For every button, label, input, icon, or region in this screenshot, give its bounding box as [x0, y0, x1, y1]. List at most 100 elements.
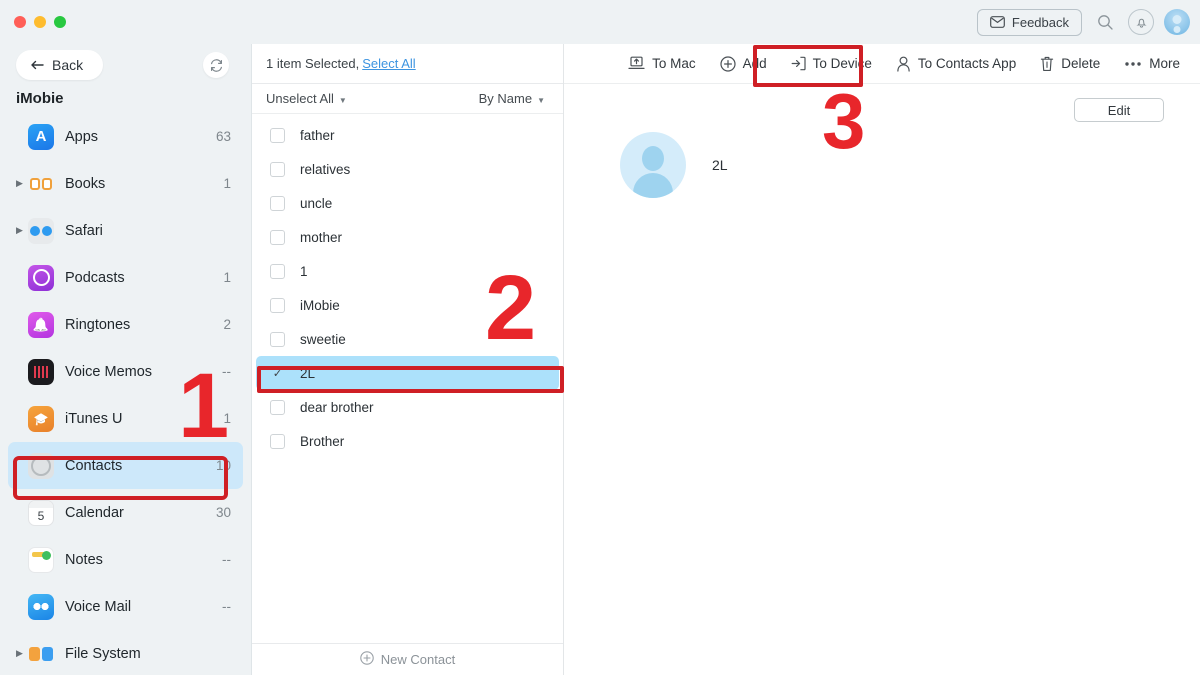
to-contacts-app-label: To Contacts App [917, 56, 1017, 71]
list-item[interactable]: 1 [256, 254, 559, 288]
row-checkbox[interactable] [270, 433, 285, 449]
row-checkbox[interactable] [270, 297, 285, 313]
device-name: iMobie [16, 90, 64, 107]
more-button[interactable]: More [1124, 56, 1180, 71]
sidebar-item-ringtones[interactable]: Ringtones 2 [8, 301, 243, 348]
edit-row: Edit [564, 84, 1200, 122]
edit-label: Edit [1107, 102, 1131, 118]
delete-button[interactable]: Delete [1040, 56, 1100, 72]
refresh-icon[interactable] [203, 52, 229, 78]
sidebar-item-books[interactable]: ▶ Books 1 [8, 160, 243, 207]
sidebar-item-calendar[interactable]: 5 Calendar 30 [8, 489, 243, 536]
sidebar-item-count: 10 [215, 458, 231, 473]
row-checkbox[interactable] [270, 399, 285, 415]
contact-detail-card: 2L [564, 122, 1200, 198]
sidebar-item-apps[interactable]: Apps 63 [8, 113, 243, 160]
list-item[interactable]: sweetie [256, 322, 559, 356]
row-checkbox-checked[interactable]: ✓ [270, 366, 285, 381]
sidebar-item-label: iTunes U [65, 410, 123, 427]
sidebar-item-label: Apps [65, 128, 99, 145]
sidebar-item-label: File System [65, 645, 141, 662]
chevron-right-icon[interactable]: ▶ [16, 226, 28, 235]
contact-name: sweetie [300, 331, 346, 347]
sidebar-item-label: Contacts [65, 457, 123, 474]
close-window-button[interactable] [14, 16, 26, 28]
chevron-right-icon[interactable]: ▶ [16, 649, 28, 658]
row-checkbox[interactable] [270, 195, 285, 211]
row-checkbox[interactable] [270, 161, 285, 177]
sidebar-item-voice-mail[interactable]: Voice Mail -- [8, 583, 243, 630]
feedback-label: Feedback [1011, 14, 1069, 30]
feedback-button[interactable]: Feedback [976, 8, 1082, 36]
sidebar-item-count: 1 [223, 270, 231, 285]
voice-memos-icon [28, 358, 54, 385]
sidebar-item-voice-memos[interactable]: Voice Memos -- [8, 348, 243, 395]
chevron-right-icon[interactable]: ▶ [16, 179, 28, 188]
list-item[interactable]: iMobie [256, 288, 559, 322]
sort-dropdown[interactable]: By Name ▼ [479, 91, 545, 106]
new-contact-label: New Contact [380, 652, 456, 667]
contact-list-panel: 1 item Selected, Select All Unselect All… [252, 44, 564, 675]
select-all-link[interactable]: Select All [362, 56, 415, 71]
more-label: More [1149, 56, 1180, 71]
minimize-window-button[interactable] [34, 16, 46, 28]
add-label: Add [742, 56, 767, 71]
sidebar-item-contacts[interactable]: Contacts 10 [8, 442, 243, 489]
unselect-all-dropdown[interactable]: Unselect All ▼ [266, 91, 347, 106]
action-toolbar: To Mac Add To Device To Contacts App Del… [564, 44, 1200, 84]
sidebar-item-label: Notes [65, 551, 103, 568]
list-item[interactable]: uncle [256, 186, 559, 220]
sidebar-item-safari[interactable]: ▶ Safari [8, 207, 243, 254]
sidebar-item-count: -- [222, 364, 231, 379]
sidebar-item-notes[interactable]: Notes -- [8, 536, 243, 583]
sidebar-nav: Apps 63 ▶ Books 1 ▶ Safari [0, 113, 251, 675]
arrow-left-icon [30, 57, 44, 73]
row-checkbox[interactable] [270, 331, 285, 347]
add-button[interactable]: Add [719, 55, 767, 72]
person-icon [896, 56, 911, 72]
to-device-label: To Device [812, 56, 872, 71]
sidebar-item-count: 1 [223, 176, 231, 191]
detail-panel: To Mac Add To Device To Contacts App Del… [564, 44, 1200, 675]
contact-avatar [620, 132, 686, 198]
row-checkbox[interactable] [270, 263, 285, 279]
to-mac-button[interactable]: To Mac [628, 56, 696, 71]
list-item[interactable]: mother [256, 220, 559, 254]
safari-icon [28, 217, 54, 244]
voice-mail-icon [28, 593, 54, 620]
new-contact-button[interactable]: New Contact [252, 643, 563, 675]
list-item[interactable]: dear brother [256, 390, 559, 424]
maximize-window-button[interactable] [54, 16, 66, 28]
sidebar-item-itunes-u[interactable]: iTunes U 1 [8, 395, 243, 442]
plus-circle-icon [360, 651, 374, 668]
ringtones-icon [28, 311, 54, 338]
list-item-selected[interactable]: ✓ 2L [256, 356, 559, 390]
user-avatar[interactable] [1164, 9, 1190, 35]
calendar-icon-header [29, 500, 53, 508]
edit-button[interactable]: Edit [1074, 98, 1164, 122]
row-checkbox[interactable] [270, 229, 285, 245]
window-traffic-lights [0, 16, 66, 28]
selection-count-label: 1 item Selected, [266, 56, 360, 71]
search-icon[interactable] [1092, 9, 1118, 35]
sidebar-item-count: -- [222, 552, 231, 567]
to-mac-label: To Mac [652, 56, 696, 71]
row-checkbox[interactable] [270, 127, 285, 143]
to-device-button[interactable]: To Device [791, 56, 872, 71]
sidebar-item-file-system[interactable]: ▶ File System [8, 630, 243, 675]
to-contacts-app-button[interactable]: To Contacts App [896, 56, 1016, 72]
list-item[interactable]: Brother [256, 424, 559, 458]
sidebar-item-podcasts[interactable]: Podcasts 1 [8, 254, 243, 301]
contact-name: Brother [300, 433, 345, 449]
unselect-all-label: Unselect All [266, 91, 334, 106]
envelope-icon [990, 16, 1005, 28]
contact-name: uncle [300, 195, 333, 211]
bell-icon[interactable] [1128, 9, 1154, 35]
contact-name: 1 [300, 263, 308, 279]
list-item[interactable]: father [256, 118, 559, 152]
sidebar-top-bar: Back [0, 44, 251, 80]
contact-name: relatives [300, 161, 351, 177]
list-item[interactable]: relatives [256, 152, 559, 186]
back-button[interactable]: Back [16, 50, 104, 80]
sidebar-item-label: Voice Mail [65, 598, 132, 615]
